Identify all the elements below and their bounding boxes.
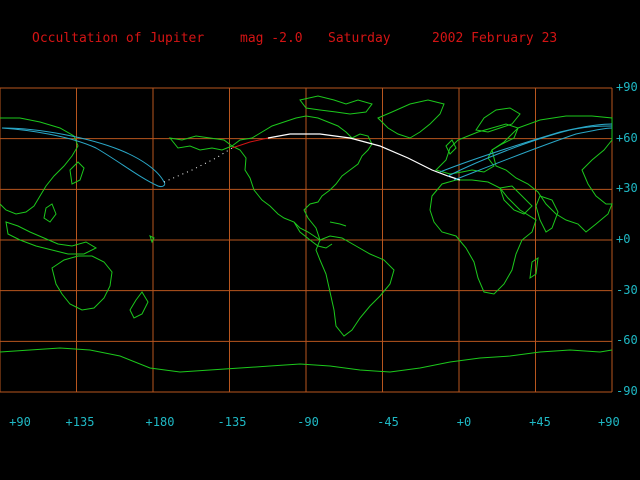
australia-coast bbox=[51, 255, 113, 311]
africa-coast bbox=[429, 179, 537, 295]
visible-solid-path bbox=[267, 133, 461, 181]
latitude-label: +90 bbox=[616, 80, 638, 94]
limit-line-north-left bbox=[1, 127, 165, 183]
longitude-label: +90 bbox=[9, 415, 31, 429]
longitude-label: +135 bbox=[65, 415, 95, 429]
greenland-coast bbox=[377, 99, 445, 139]
latitude-label: -30 bbox=[616, 282, 638, 297]
longitude-label: -45 bbox=[377, 415, 399, 429]
longitude-label: +0 bbox=[456, 415, 472, 429]
madagascar-coast bbox=[529, 256, 539, 280]
longitude-label: -90 bbox=[297, 415, 319, 429]
occultation-paths bbox=[1, 123, 613, 187]
latitude-label: -60 bbox=[616, 333, 638, 348]
india-coast bbox=[535, 195, 559, 233]
philippines-coast bbox=[43, 203, 57, 223]
latitude-label: +60 bbox=[616, 130, 638, 145]
alaska-coast bbox=[168, 135, 234, 151]
caribbean-islands bbox=[329, 221, 347, 227]
limit-line-inner-right bbox=[439, 123, 613, 173]
limit-line-south-left bbox=[1, 127, 166, 187]
limit-line-south-right bbox=[453, 127, 613, 181]
latitude-label: +0 bbox=[616, 232, 631, 246]
world-map bbox=[0, 87, 613, 393]
visible-dotted-path bbox=[163, 147, 233, 183]
longitude-label: +90 bbox=[598, 415, 620, 429]
new-zealand-coast bbox=[129, 291, 149, 319]
longitude-label: -135 bbox=[217, 415, 247, 429]
scandinavia-coast bbox=[475, 107, 521, 133]
latitude-label: -90 bbox=[616, 384, 638, 398]
latitude-label: +30 bbox=[616, 181, 638, 196]
arctic-islands bbox=[299, 95, 373, 115]
longitude-label: +45 bbox=[529, 415, 551, 429]
red-path-segment bbox=[231, 137, 269, 149]
longitude-label: +180 bbox=[145, 415, 175, 429]
asia-coast bbox=[491, 115, 613, 233]
arabia-coast bbox=[499, 185, 533, 215]
indonesia-islands bbox=[5, 221, 98, 255]
